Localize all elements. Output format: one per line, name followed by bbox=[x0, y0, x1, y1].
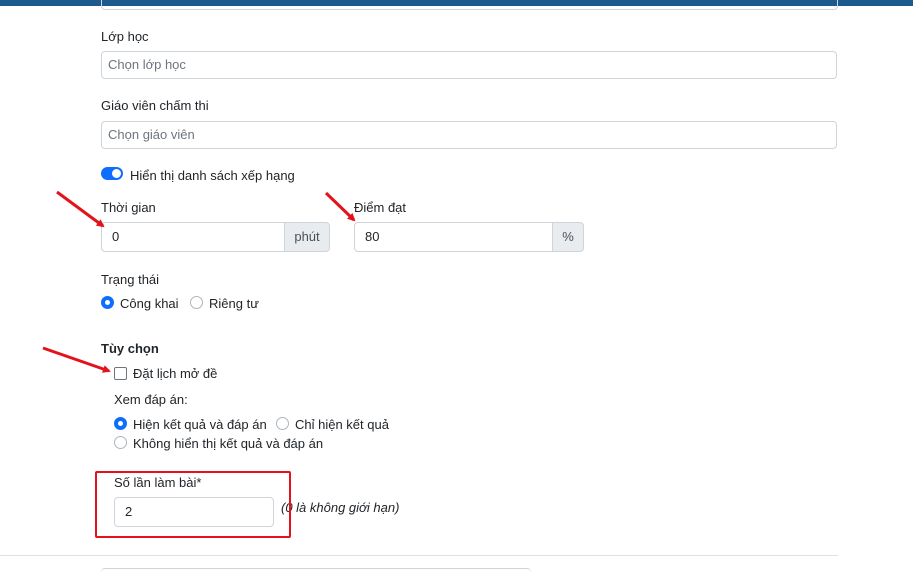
view-answers-result-only-radio[interactable] bbox=[276, 417, 289, 430]
section-divider bbox=[0, 555, 838, 556]
arrow-to-schedule bbox=[42, 346, 111, 373]
view-answers-none-label: Không hiển thị kết quả và đáp án bbox=[133, 436, 324, 451]
status-private-label: Riêng tư bbox=[209, 296, 259, 311]
teacher-select[interactable]: Chọn giáo viên bbox=[101, 121, 837, 149]
teacher-label: Giáo viên chấm thi bbox=[101, 98, 209, 113]
time-label: Thời gian bbox=[101, 200, 156, 215]
class-select[interactable]: Chọn lớp học bbox=[101, 51, 837, 79]
previous-field-input[interactable] bbox=[101, 0, 838, 10]
view-answers-full-radio[interactable] bbox=[114, 417, 127, 430]
status-label: Trạng thái bbox=[101, 272, 160, 287]
annotation-highlight-box bbox=[95, 471, 291, 538]
pass-score-label: Điểm đạt bbox=[354, 200, 407, 215]
status-public-radio[interactable] bbox=[101, 296, 114, 309]
class-label: Lớp học bbox=[101, 29, 149, 44]
status-private-radio[interactable] bbox=[190, 296, 203, 309]
view-answers-full-label: Hiện kết quả và đáp án bbox=[133, 417, 267, 432]
view-answers-label: Xem đáp án: bbox=[114, 392, 188, 407]
next-field-input[interactable] bbox=[101, 568, 531, 572]
ranking-toggle-label: Hiển thị danh sách xếp hạng bbox=[130, 168, 295, 183]
options-heading: Tùy chọn bbox=[101, 341, 159, 356]
toggle-knob bbox=[112, 169, 121, 178]
ranking-toggle[interactable] bbox=[101, 167, 123, 180]
time-input[interactable]: 0 bbox=[101, 222, 285, 252]
schedule-checkbox[interactable] bbox=[114, 367, 127, 380]
schedule-checkbox-label: Đặt lịch mở đề bbox=[133, 366, 218, 381]
attempts-note: (0 là không giới hạn) bbox=[281, 500, 400, 515]
pass-score-input[interactable]: 80 bbox=[354, 222, 554, 252]
arrow-to-pass-score bbox=[324, 191, 356, 222]
view-answers-none-radio[interactable] bbox=[114, 436, 127, 449]
time-unit-addon: phút bbox=[284, 222, 330, 252]
status-public-label: Công khai bbox=[120, 296, 179, 311]
arrow-to-time bbox=[56, 190, 105, 228]
view-answers-result-only-label: Chỉ hiện kết quả bbox=[295, 417, 389, 432]
pass-score-unit-addon: % bbox=[552, 222, 584, 252]
